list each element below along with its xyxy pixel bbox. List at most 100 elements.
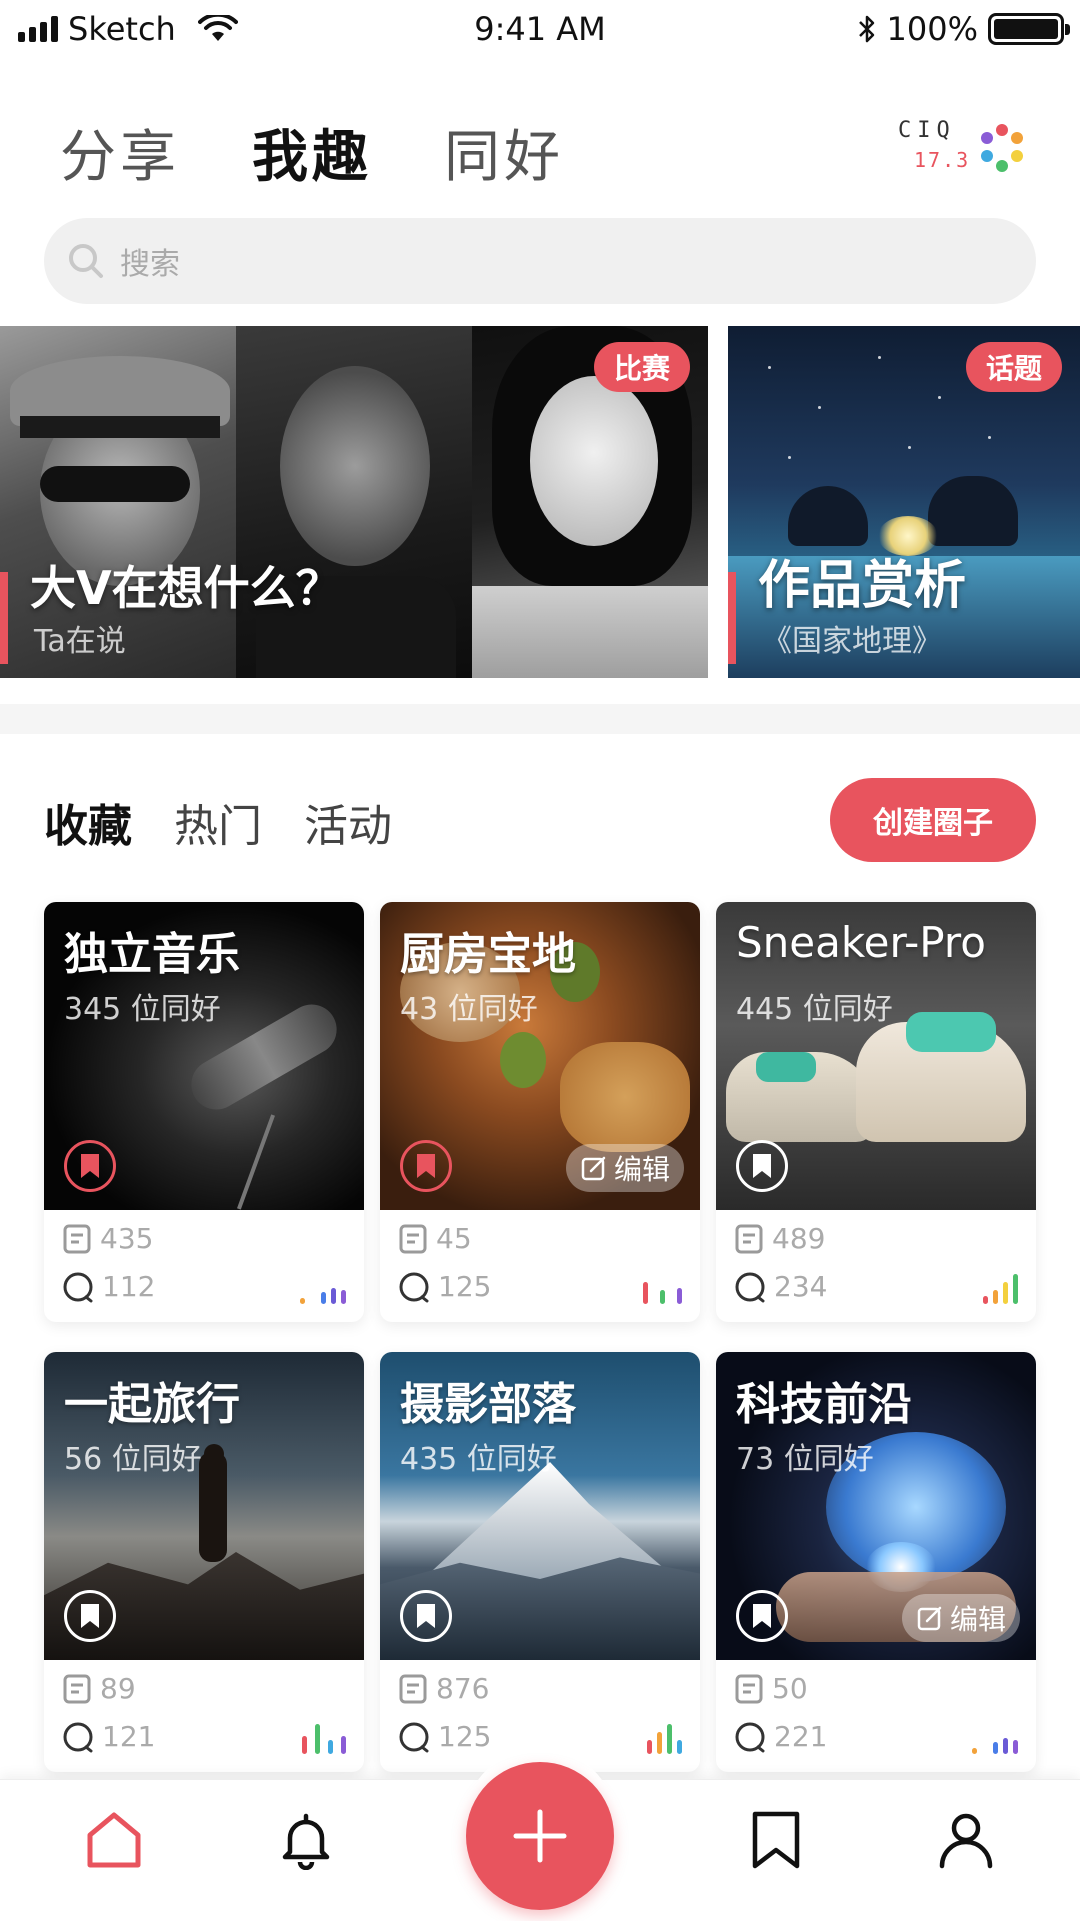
card-members: 345 位同好 (64, 992, 221, 1027)
bell-icon[interactable] (274, 1808, 338, 1872)
battery-percent: 100% (886, 10, 978, 48)
bookmark-icon[interactable] (736, 1590, 788, 1642)
card-title: 科技前沿 (736, 1379, 912, 1430)
user-icon[interactable] (934, 1808, 998, 1872)
search-placeholder: 搜索 (120, 247, 180, 282)
comment-icon (735, 1722, 765, 1752)
post-icon (399, 1674, 427, 1703)
banner-title: 作品赏析 (758, 556, 967, 616)
card-members: 445 位同好 (736, 992, 893, 1027)
flower-logo-icon (981, 124, 1023, 172)
tab-same-hobby[interactable]: 同好 (444, 112, 564, 193)
post-icon (735, 1224, 763, 1253)
battery-icon (988, 13, 1070, 45)
ciq-logo: CIQ 17.3 (898, 118, 1028, 182)
post-count: 45 (398, 1222, 472, 1255)
status-right: 100% (857, 10, 1070, 48)
post-icon (735, 1674, 763, 1703)
bookmark-icon[interactable] (400, 1140, 452, 1192)
comment-count: 125 (398, 1720, 491, 1753)
edit-button[interactable]: 编辑 (901, 1594, 1020, 1642)
card-title: 一起旅行 (64, 1379, 240, 1430)
edit-icon (581, 1156, 606, 1181)
comment-icon (63, 1722, 93, 1752)
card-stats: 489 234 (716, 1210, 1036, 1322)
card-stats: 50 221 (716, 1660, 1036, 1772)
tab-events[interactable]: 活动 (304, 790, 392, 854)
banner-photo-2 (236, 326, 472, 678)
create-circle-button[interactable]: 创建圈子 (830, 778, 1036, 862)
post-count: 435 (62, 1222, 153, 1255)
circle-card-indie-music[interactable]: 独立音乐 345 位同好 435 112 (44, 902, 364, 1322)
banner-tag-contest: 比赛 (593, 342, 690, 392)
post-count: 876 (398, 1672, 489, 1705)
activity-bars-icon (972, 1720, 1018, 1754)
search-input[interactable]: 搜索 (44, 218, 1036, 304)
activity-bars-icon (643, 1270, 682, 1304)
comment-icon (735, 1272, 765, 1302)
tab-share[interactable]: 分享 (60, 112, 180, 193)
banner-vip[interactable]: 比赛 大V在想什么？ Ta在说 (0, 326, 708, 678)
circle-card-photography[interactable]: 摄影部落 435 位同好 876 125 (380, 1352, 700, 1772)
card-title: 厨房宝地 (400, 929, 576, 980)
bluetooth-icon (858, 15, 874, 43)
card-members: 73 位同好 (736, 1442, 874, 1477)
card-stats: 89 121 (44, 1660, 364, 1772)
banner-subtitle: Ta在说 (34, 624, 126, 659)
bookmark-icon[interactable] (64, 1590, 116, 1642)
banner-appreciation[interactable]: 话题 作品赏析 《国家地理》 (728, 326, 1080, 678)
tab-favorites[interactable]: 收藏 (44, 790, 132, 860)
card-title: Sneaker-Pro (736, 918, 986, 967)
bookmark-icon[interactable] (64, 1140, 116, 1192)
post-count: 50 (734, 1672, 808, 1705)
plus-icon (513, 1809, 567, 1863)
tab-popular[interactable]: 热门 (174, 790, 262, 854)
card-stats: 45 125 (380, 1210, 700, 1322)
post-icon (399, 1224, 427, 1253)
post-icon (63, 1674, 91, 1703)
home-icon[interactable] (82, 1808, 146, 1872)
comment-count: 221 (734, 1720, 827, 1753)
card-title: 摄影部落 (400, 1379, 576, 1430)
bookmark-icon[interactable] (744, 1808, 808, 1872)
comment-count: 125 (398, 1270, 491, 1303)
banner-subtitle: 《国家地理》 (762, 624, 942, 659)
comment-count: 112 (62, 1270, 155, 1303)
card-title: 独立音乐 (64, 929, 240, 980)
activity-bars-icon (300, 1270, 346, 1304)
edit-icon (917, 1606, 942, 1631)
comment-count: 234 (734, 1270, 827, 1303)
circle-card-tech[interactable]: 科技前沿 73 位同好 编辑 50 221 (716, 1352, 1036, 1772)
activity-bars-icon (302, 1720, 346, 1754)
card-stats: 435 112 (44, 1210, 364, 1322)
banner-accent-bar (0, 572, 8, 664)
section-tabs: 收藏 热门 活动 (44, 790, 392, 860)
card-members: 56 位同好 (64, 1442, 202, 1477)
banner-title: 大V在想什么？ (30, 561, 342, 615)
post-count: 89 (62, 1672, 136, 1705)
banner-accent-bar (728, 572, 736, 664)
comment-icon (63, 1272, 93, 1302)
banner-tag-topic: 话题 (965, 342, 1062, 392)
section-divider (0, 704, 1080, 734)
card-members: 43 位同好 (400, 992, 538, 1027)
circle-card-sneaker[interactable]: Sneaker-Pro 445 位同好 489 234 (716, 902, 1036, 1322)
circle-card-kitchen[interactable]: 厨房宝地 43 位同好 编辑 45 125 (380, 902, 700, 1322)
comment-icon (399, 1272, 429, 1302)
circle-card-travel[interactable]: 一起旅行 56 位同好 89 121 (44, 1352, 364, 1772)
search-icon (69, 244, 103, 278)
tab-my-interest[interactable]: 我趣 (252, 112, 372, 197)
bookmark-icon[interactable] (400, 1590, 452, 1642)
edit-button[interactable]: 编辑 (565, 1144, 684, 1192)
post-icon (63, 1224, 91, 1253)
comment-count: 121 (62, 1720, 155, 1753)
add-post-button[interactable] (466, 1762, 614, 1910)
comment-icon (399, 1722, 429, 1752)
activity-bars-icon (647, 1720, 682, 1754)
bookmark-icon[interactable] (736, 1140, 788, 1192)
status-bar: Sketch 9:41 AM 100% (0, 0, 1080, 60)
card-members: 435 位同好 (400, 1442, 557, 1477)
activity-bars-icon (983, 1270, 1018, 1304)
post-count: 489 (734, 1222, 825, 1255)
top-tabs: 分享 我趣 同好 (60, 112, 564, 197)
